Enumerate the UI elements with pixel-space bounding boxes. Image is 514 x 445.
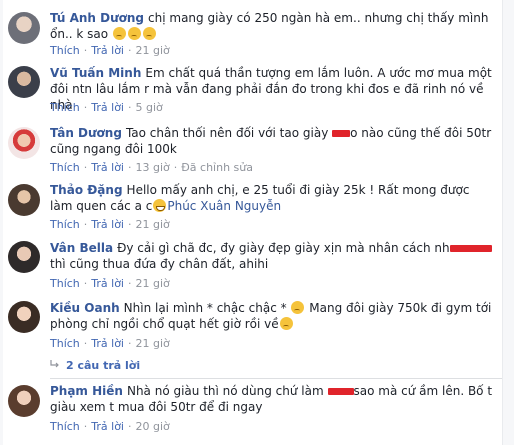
like-link[interactable]: Thích: [50, 337, 80, 350]
comment-actions: Thích · Trả lời · 5 giờ: [50, 101, 163, 114]
comment-author[interactable]: Kiều Oanh: [50, 301, 120, 315]
reply-arrow-icon: [50, 360, 59, 368]
comment-author[interactable]: Vũ Tuấn Minh: [50, 66, 141, 80]
avatar[interactable]: [8, 127, 40, 159]
comment-text: Nhà nó giàu thì nó dùng chứ làm: [126, 384, 328, 398]
reply-link[interactable]: Trả lời: [91, 337, 124, 350]
replies-count: 2 câu trả lời: [66, 359, 141, 372]
comment-author[interactable]: Tân Dương: [50, 126, 122, 140]
avatar[interactable]: [8, 301, 40, 333]
comment-actions: Thích · Trả lời · 21 giờ: [50, 218, 170, 231]
like-link[interactable]: Thích: [50, 277, 80, 290]
like-link[interactable]: Thích: [50, 101, 80, 114]
edited-label[interactable]: Đã chỉnh sửa: [181, 161, 253, 174]
timestamp[interactable]: 5 giờ: [136, 101, 163, 114]
reply-link[interactable]: Trả lời: [91, 101, 124, 114]
avatar[interactable]: [8, 241, 40, 273]
comment-actions: Thích · Trả lời · 21 giờ: [50, 277, 170, 290]
grin-emoji-icon: [153, 199, 167, 212]
timestamp[interactable]: 21 giờ: [136, 277, 170, 290]
comment-panel: Tú Anh Dương chị mang giày có 250 ngàn hà…: [3, 0, 502, 445]
avatar[interactable]: [8, 12, 40, 44]
comment-feed: Tú Anh Dương chị mang giày có 250 ngàn hà…: [0, 0, 514, 445]
timestamp[interactable]: 20 giờ: [136, 420, 170, 433]
timestamp[interactable]: 21 giờ: [136, 337, 170, 350]
timestamp[interactable]: 13 giờ: [136, 161, 170, 174]
comment-author[interactable]: Phạm Hiền: [50, 384, 123, 398]
avatar[interactable]: [8, 66, 40, 98]
comment-text: Đy cải gì chã đc, đy giày đẹp giày xịn m…: [117, 241, 450, 255]
view-replies-link[interactable]: 2 câu trả lời: [50, 359, 140, 372]
avatar[interactable]: [8, 184, 40, 216]
reply-link[interactable]: Trả lời: [91, 277, 124, 290]
comment-actions: Thích · Trả lời · 13 giờ · Đã chỉnh sửa: [50, 161, 253, 174]
sad-emoji-icon: [112, 27, 126, 40]
avatar[interactable]: [8, 385, 40, 417]
frown-emoji-icon: [279, 317, 293, 330]
sad-emoji-icon: [142, 27, 156, 40]
like-link[interactable]: Thích: [50, 44, 80, 57]
comment-text-continued: thì cũng thua đứa đy chân đất, ahihi: [50, 257, 269, 271]
timestamp[interactable]: 21 giờ: [136, 218, 170, 231]
like-link[interactable]: Thích: [50, 420, 80, 433]
comment-actions: Thích · Trả lời · 20 giờ: [50, 420, 170, 433]
timestamp[interactable]: 21 giờ: [136, 44, 170, 57]
like-link[interactable]: Thích: [50, 218, 80, 231]
comment-text: Tao chân thối nên đối với tao giày: [125, 126, 333, 140]
scrollbar[interactable]: [502, 0, 514, 445]
tagged-user[interactable]: Phúc Xuân Nguyễn: [167, 199, 281, 213]
comment-actions: Thích · Trả lời · 21 giờ: [50, 337, 170, 350]
unamused-emoji-icon: [291, 301, 305, 314]
divider: [50, 378, 502, 379]
reply-link[interactable]: Trả lời: [91, 420, 124, 433]
redaction-mark: [449, 245, 492, 252]
comment-author[interactable]: Tú Anh Dương: [50, 11, 144, 25]
reply-link[interactable]: Trả lời: [91, 44, 124, 57]
comment-author[interactable]: Thảo Đặng: [50, 183, 123, 197]
like-link[interactable]: Thích: [50, 161, 80, 174]
comment-actions: Thích · Trả lời · 21 giờ: [50, 44, 170, 57]
comment-text: Nhìn lại mình * chậc chậc *: [123, 301, 291, 315]
reply-link[interactable]: Trả lời: [91, 161, 124, 174]
redaction-mark: [332, 130, 351, 137]
comment-author[interactable]: Vân Bella: [50, 241, 113, 255]
sad-emoji-icon: [127, 27, 141, 40]
redaction-mark: [327, 388, 354, 395]
reply-link[interactable]: Trả lời: [91, 218, 124, 231]
